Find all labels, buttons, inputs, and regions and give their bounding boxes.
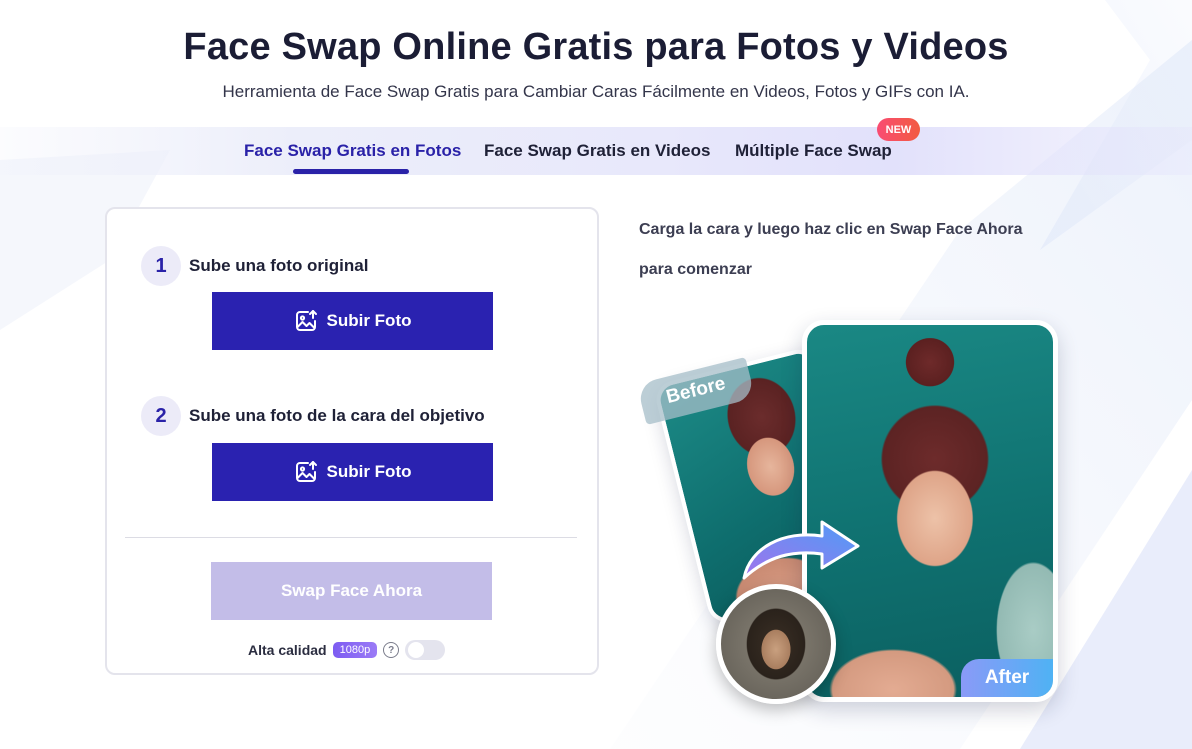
page-subtitle: Herramienta de Face Swap Gratis para Cam… <box>222 82 970 101</box>
tab-multiple-face-swap[interactable]: Múltiple Face Swap <box>735 141 892 161</box>
toggle-knob <box>408 642 425 658</box>
resolution-badge: 1080p <box>332 642 378 658</box>
divider <box>125 537 577 538</box>
high-quality-row: Alta calidad 1080p ? <box>248 640 446 660</box>
step-1-number: 1 <box>141 246 181 286</box>
step-1-label: Sube una foto original <box>189 256 369 275</box>
upload-panel: 1 Sube una foto original Subir Foto 2 Su… <box>105 207 599 675</box>
target-face-photo <box>716 584 836 704</box>
new-badge: NEW <box>877 118 920 141</box>
instructions-text: Carga la cara y luego haz clic en Swap F… <box>639 210 1069 290</box>
tab-face-swap-fotos[interactable]: Face Swap Gratis en Fotos <box>244 141 461 161</box>
help-icon[interactable]: ? <box>383 642 400 658</box>
step-2-label: Sube una foto de la cara del objetivo <box>189 406 485 425</box>
upload-target-face-button[interactable]: Subir Foto <box>212 443 493 501</box>
high-quality-toggle[interactable] <box>405 640 446 660</box>
upload-button-label: Subir Foto <box>326 462 412 481</box>
instructions-line-1: Carga la cara y luego haz clic en Swap F… <box>639 221 1023 238</box>
image-upload-icon <box>295 310 317 331</box>
swap-arrow-icon <box>742 520 860 580</box>
upload-original-photo-button[interactable]: Subir Foto <box>212 292 493 350</box>
before-after-illustration: Before After <box>630 300 1090 720</box>
after-label: After <box>961 659 1053 697</box>
instructions-line-2: para comenzar <box>639 261 752 278</box>
swap-face-now-button[interactable]: Swap Face Ahora <box>211 562 492 620</box>
high-quality-label: Alta calidad <box>248 642 327 658</box>
step-2-number: 2 <box>141 396 181 436</box>
after-photo: After <box>802 320 1058 702</box>
page-title: Face Swap Online Gratis para Fotos y Vid… <box>183 26 1009 68</box>
active-tab-indicator <box>293 169 409 174</box>
image-upload-icon <box>295 461 317 482</box>
upload-button-label: Subir Foto <box>326 311 412 330</box>
tab-face-swap-videos[interactable]: Face Swap Gratis en Videos <box>484 141 710 161</box>
